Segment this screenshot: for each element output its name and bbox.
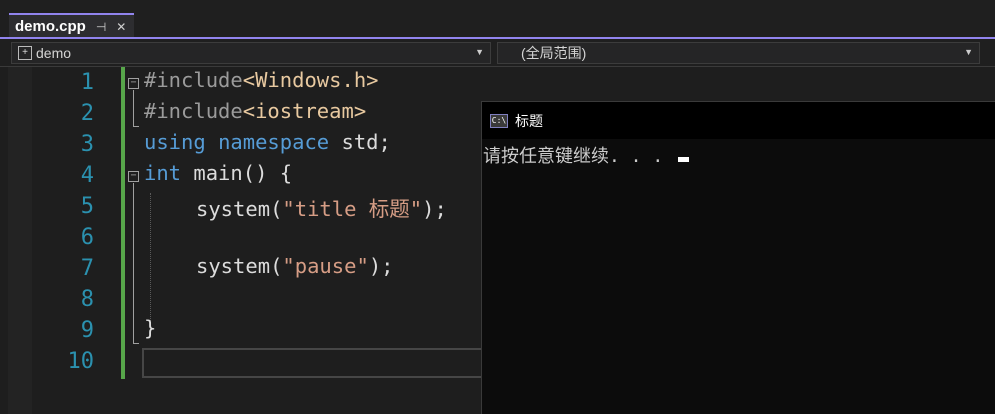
pin-icon[interactable]: ⊣: [96, 20, 106, 34]
code-text: (: [270, 254, 283, 278]
chevron-down-icon: ▼: [964, 47, 973, 57]
code-text: std;: [329, 130, 391, 154]
scope-name: (全局范围): [521, 45, 587, 61]
code-line-1: #include<Windows.h>: [144, 68, 379, 92]
code-line-2: #include<iostream>: [144, 99, 366, 123]
line-number: 1: [80, 70, 94, 95]
fold-line-end: [133, 126, 139, 127]
chevron-down-icon: ▼: [475, 47, 484, 57]
scope-dropdown[interactable]: (全局范围) ▼: [497, 42, 980, 64]
preprocessor: #include: [144, 68, 243, 92]
console-title-bar[interactable]: C:\ 标题: [482, 102, 995, 139]
current-line-highlight: [142, 348, 487, 378]
editor-margin: [8, 67, 32, 414]
function-name: system: [196, 197, 271, 221]
indent-guide: [150, 193, 151, 333]
fold-line-end: [133, 343, 139, 344]
string-literal: "pause": [282, 254, 369, 278]
navigation-bar: + demo ▼ (全局范围) ▼: [0, 39, 995, 67]
console-icon: C:\: [490, 113, 508, 128]
project-icon: +: [18, 46, 32, 60]
console-output: 请按任意键继续. . .: [483, 142, 690, 168]
code-text: main() {: [181, 161, 293, 185]
string-literal: "title 标题": [282, 197, 423, 221]
line-number: 5: [80, 194, 94, 219]
code-text: );: [368, 254, 394, 278]
line-number: 7: [80, 256, 94, 281]
line-number: 3: [80, 132, 94, 157]
code-text: );: [422, 197, 447, 221]
fold-line: [133, 90, 134, 126]
function-name: system: [196, 254, 271, 278]
line-number: 4: [80, 163, 94, 188]
console-output-text: 请按任意键继续. . .: [483, 146, 675, 167]
code-line-3: using namespace std;: [144, 130, 391, 154]
fold-line: [133, 183, 134, 343]
line-number: 9: [80, 318, 94, 343]
include-path: <Windows.h>: [242, 68, 379, 92]
code-line-7: system("pause");: [196, 254, 394, 278]
preprocessor: #include: [144, 99, 243, 123]
tab-title: demo.cpp: [15, 18, 86, 35]
project-name: demo: [36, 45, 72, 61]
code-text: }: [144, 316, 157, 340]
code-line-4: int main() {: [144, 161, 292, 185]
line-number: 2: [80, 101, 94, 126]
include-path: <iostream>: [242, 99, 367, 123]
keyword: namespace: [218, 130, 330, 154]
collapse-icon[interactable]: −: [128, 171, 139, 182]
line-number: 10: [67, 349, 95, 374]
text-cursor: [678, 157, 690, 162]
tab-demo-cpp[interactable]: demo.cpp ⊣ ✕: [9, 13, 135, 38]
close-icon[interactable]: ✕: [116, 20, 126, 34]
code-text: (: [270, 197, 283, 221]
line-number: 6: [80, 225, 94, 250]
code-line-5: system("title 标题");: [196, 192, 447, 222]
keyword: using: [144, 130, 206, 154]
line-number: 8: [80, 287, 94, 312]
console-title: 标题: [515, 113, 543, 130]
console-window[interactable]: C:\ 标题 请按任意键继续. . .: [481, 101, 995, 414]
collapse-icon[interactable]: −: [128, 78, 139, 89]
keyword: int: [144, 161, 182, 185]
code-line-9: }: [144, 316, 156, 340]
tab-strip: demo.cpp ⊣ ✕: [0, 0, 995, 38]
project-dropdown[interactable]: + demo ▼: [11, 42, 491, 64]
change-indicator-bar: [121, 67, 125, 379]
